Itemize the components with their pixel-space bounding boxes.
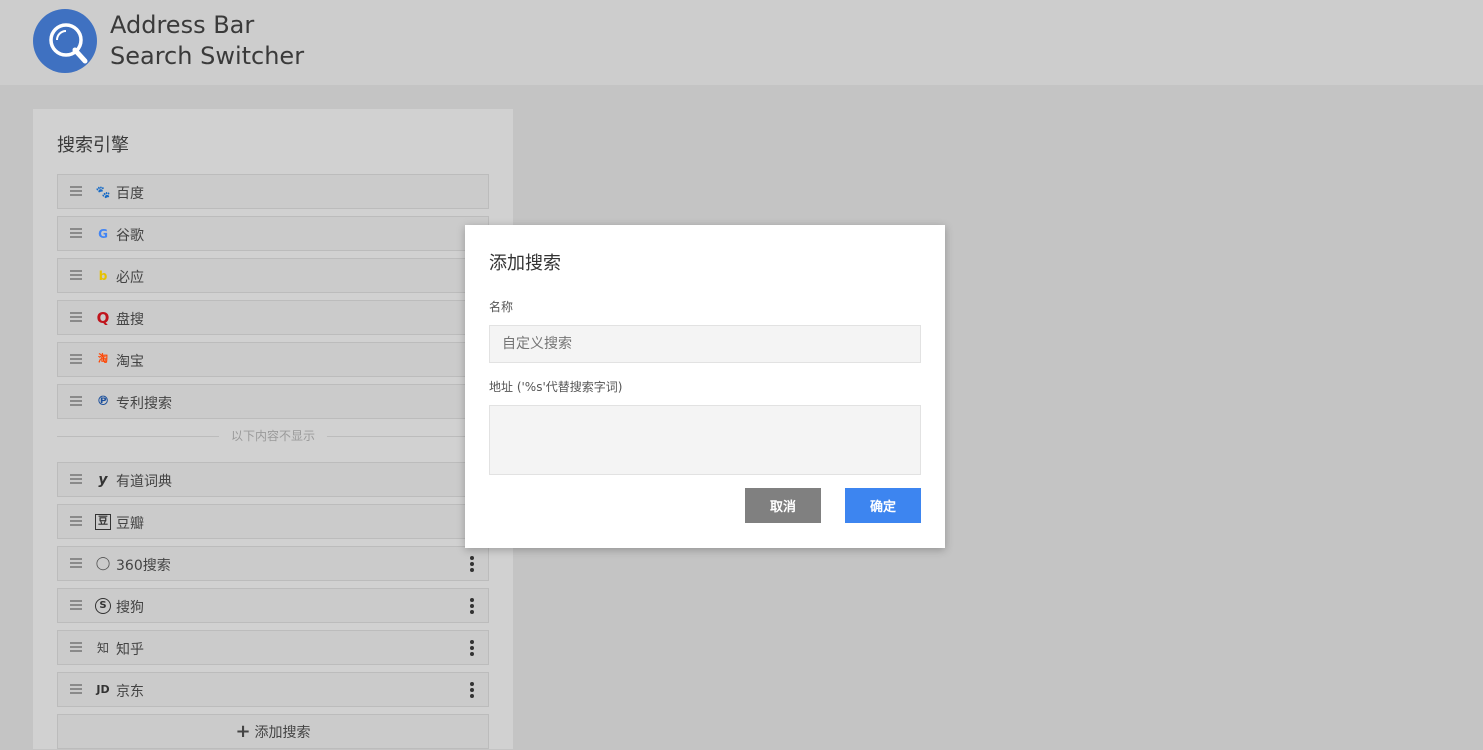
pansou-q-icon: Q — [96, 309, 110, 327]
dialog-title: 添加搜索 — [489, 253, 561, 274]
panel-title: 搜索引擎 — [57, 135, 129, 156]
engine-label: 有道词典 — [116, 474, 172, 490]
drag-handle-icon[interactable] — [70, 474, 82, 484]
cancel-button[interactable]: 取消 — [745, 488, 821, 523]
engine-row-jd[interactable]: JD 京东 — [57, 672, 489, 707]
drag-handle-icon[interactable] — [70, 516, 82, 526]
app-title-line2: Search Switcher — [110, 42, 305, 70]
drag-handle-icon[interactable] — [70, 558, 82, 568]
engine-row-google[interactable]: G 谷歌 — [57, 216, 489, 251]
engine-label: 专利搜索 — [116, 396, 172, 412]
add-search-label: 添加搜索 — [254, 725, 311, 741]
baidu-paw-icon: 🐾 — [95, 185, 111, 199]
engine-label: 必应 — [116, 270, 144, 286]
name-input[interactable] — [489, 325, 921, 363]
drag-handle-icon[interactable] — [70, 600, 82, 610]
name-label: 名称 — [489, 300, 514, 314]
engine-label: 知乎 — [116, 642, 144, 658]
drag-handle-icon[interactable] — [70, 270, 82, 280]
engine-label: 360搜索 — [116, 558, 171, 574]
patent-icon: ℗ — [96, 394, 110, 409]
engine-row-douban[interactable]: 豆 豆瓣 — [57, 504, 489, 539]
engine-row-pansou[interactable]: Q 盘搜 — [57, 300, 489, 335]
engine-row-sogou[interactable]: S 搜狗 — [57, 588, 489, 623]
douban-icon: 豆 — [95, 514, 111, 530]
engine-row-360[interactable]: ◯ 360搜索 — [57, 546, 489, 581]
drag-handle-icon[interactable] — [70, 228, 82, 238]
search-engine-panel: 搜索引擎 🐾 百度 G 谷歌 b 必应 Q 盘搜 淘 淘宝 ℗ 专利搜索 以下内… — [33, 109, 513, 749]
engine-label: 京东 — [116, 684, 144, 700]
more-options-icon[interactable] — [470, 598, 474, 614]
add-search-dialog: 添加搜索 名称 地址 ('%s'代替搜索字词) 取消 确定 — [465, 225, 945, 548]
plus-icon: + — [235, 721, 251, 742]
engine-row-bing[interactable]: b 必应 — [57, 258, 489, 293]
more-options-icon[interactable] — [470, 640, 474, 656]
engine-row-youdao[interactable]: y 有道词典 — [57, 462, 489, 497]
more-options-icon[interactable] — [470, 682, 474, 698]
sogou-s-icon: S — [95, 598, 111, 614]
engine-label: 谷歌 — [116, 228, 144, 244]
more-options-icon[interactable] — [470, 556, 474, 572]
google-g-icon: G — [98, 227, 108, 241]
drag-handle-icon[interactable] — [70, 186, 82, 196]
drag-handle-icon[interactable] — [70, 684, 82, 694]
add-search-button[interactable]: + 添加搜索 — [57, 714, 489, 749]
engine-row-zhihu[interactable]: 知 知乎 — [57, 630, 489, 665]
bing-b-icon: b — [98, 269, 108, 283]
engine-row-patent[interactable]: ℗ 专利搜索 — [57, 384, 489, 419]
engine-label: 盘搜 — [116, 312, 144, 328]
drag-handle-icon[interactable] — [70, 642, 82, 652]
engine-row-taobao[interactable]: 淘 淘宝 — [57, 342, 489, 377]
app-logo-search-icon — [33, 9, 97, 73]
youdao-y-icon: y — [98, 472, 108, 488]
taobao-icon: 淘 — [98, 354, 108, 365]
drag-handle-icon[interactable] — [70, 312, 82, 322]
zhihu-icon: 知 — [96, 641, 109, 655]
url-textarea[interactable] — [489, 405, 921, 475]
jd-icon: JD — [96, 683, 110, 696]
drag-handle-icon[interactable] — [70, 396, 82, 406]
engine-row-baidu[interactable]: 🐾 百度 — [57, 174, 489, 209]
engine-label: 百度 — [116, 186, 144, 202]
app-title: Address Bar Search Switcher — [110, 10, 304, 72]
hidden-divider: 以下内容不显示 — [57, 426, 489, 450]
drag-handle-icon[interactable] — [70, 354, 82, 364]
divider-text: 以下内容不显示 — [218, 427, 328, 444]
engine-label: 豆瓣 — [116, 516, 144, 532]
app-title-line1: Address Bar — [110, 11, 255, 39]
engine-label: 搜狗 — [116, 600, 144, 616]
confirm-button[interactable]: 确定 — [845, 488, 921, 523]
url-label: 地址 ('%s'代替搜索字词) — [489, 380, 623, 394]
360-ring-icon: ◯ — [95, 556, 111, 571]
engine-label: 淘宝 — [116, 354, 144, 370]
engine-list: 🐾 百度 G 谷歌 b 必应 Q 盘搜 淘 淘宝 ℗ 专利搜索 以下内容不显示 … — [57, 174, 489, 749]
app-header: Address Bar Search Switcher — [0, 0, 1483, 85]
